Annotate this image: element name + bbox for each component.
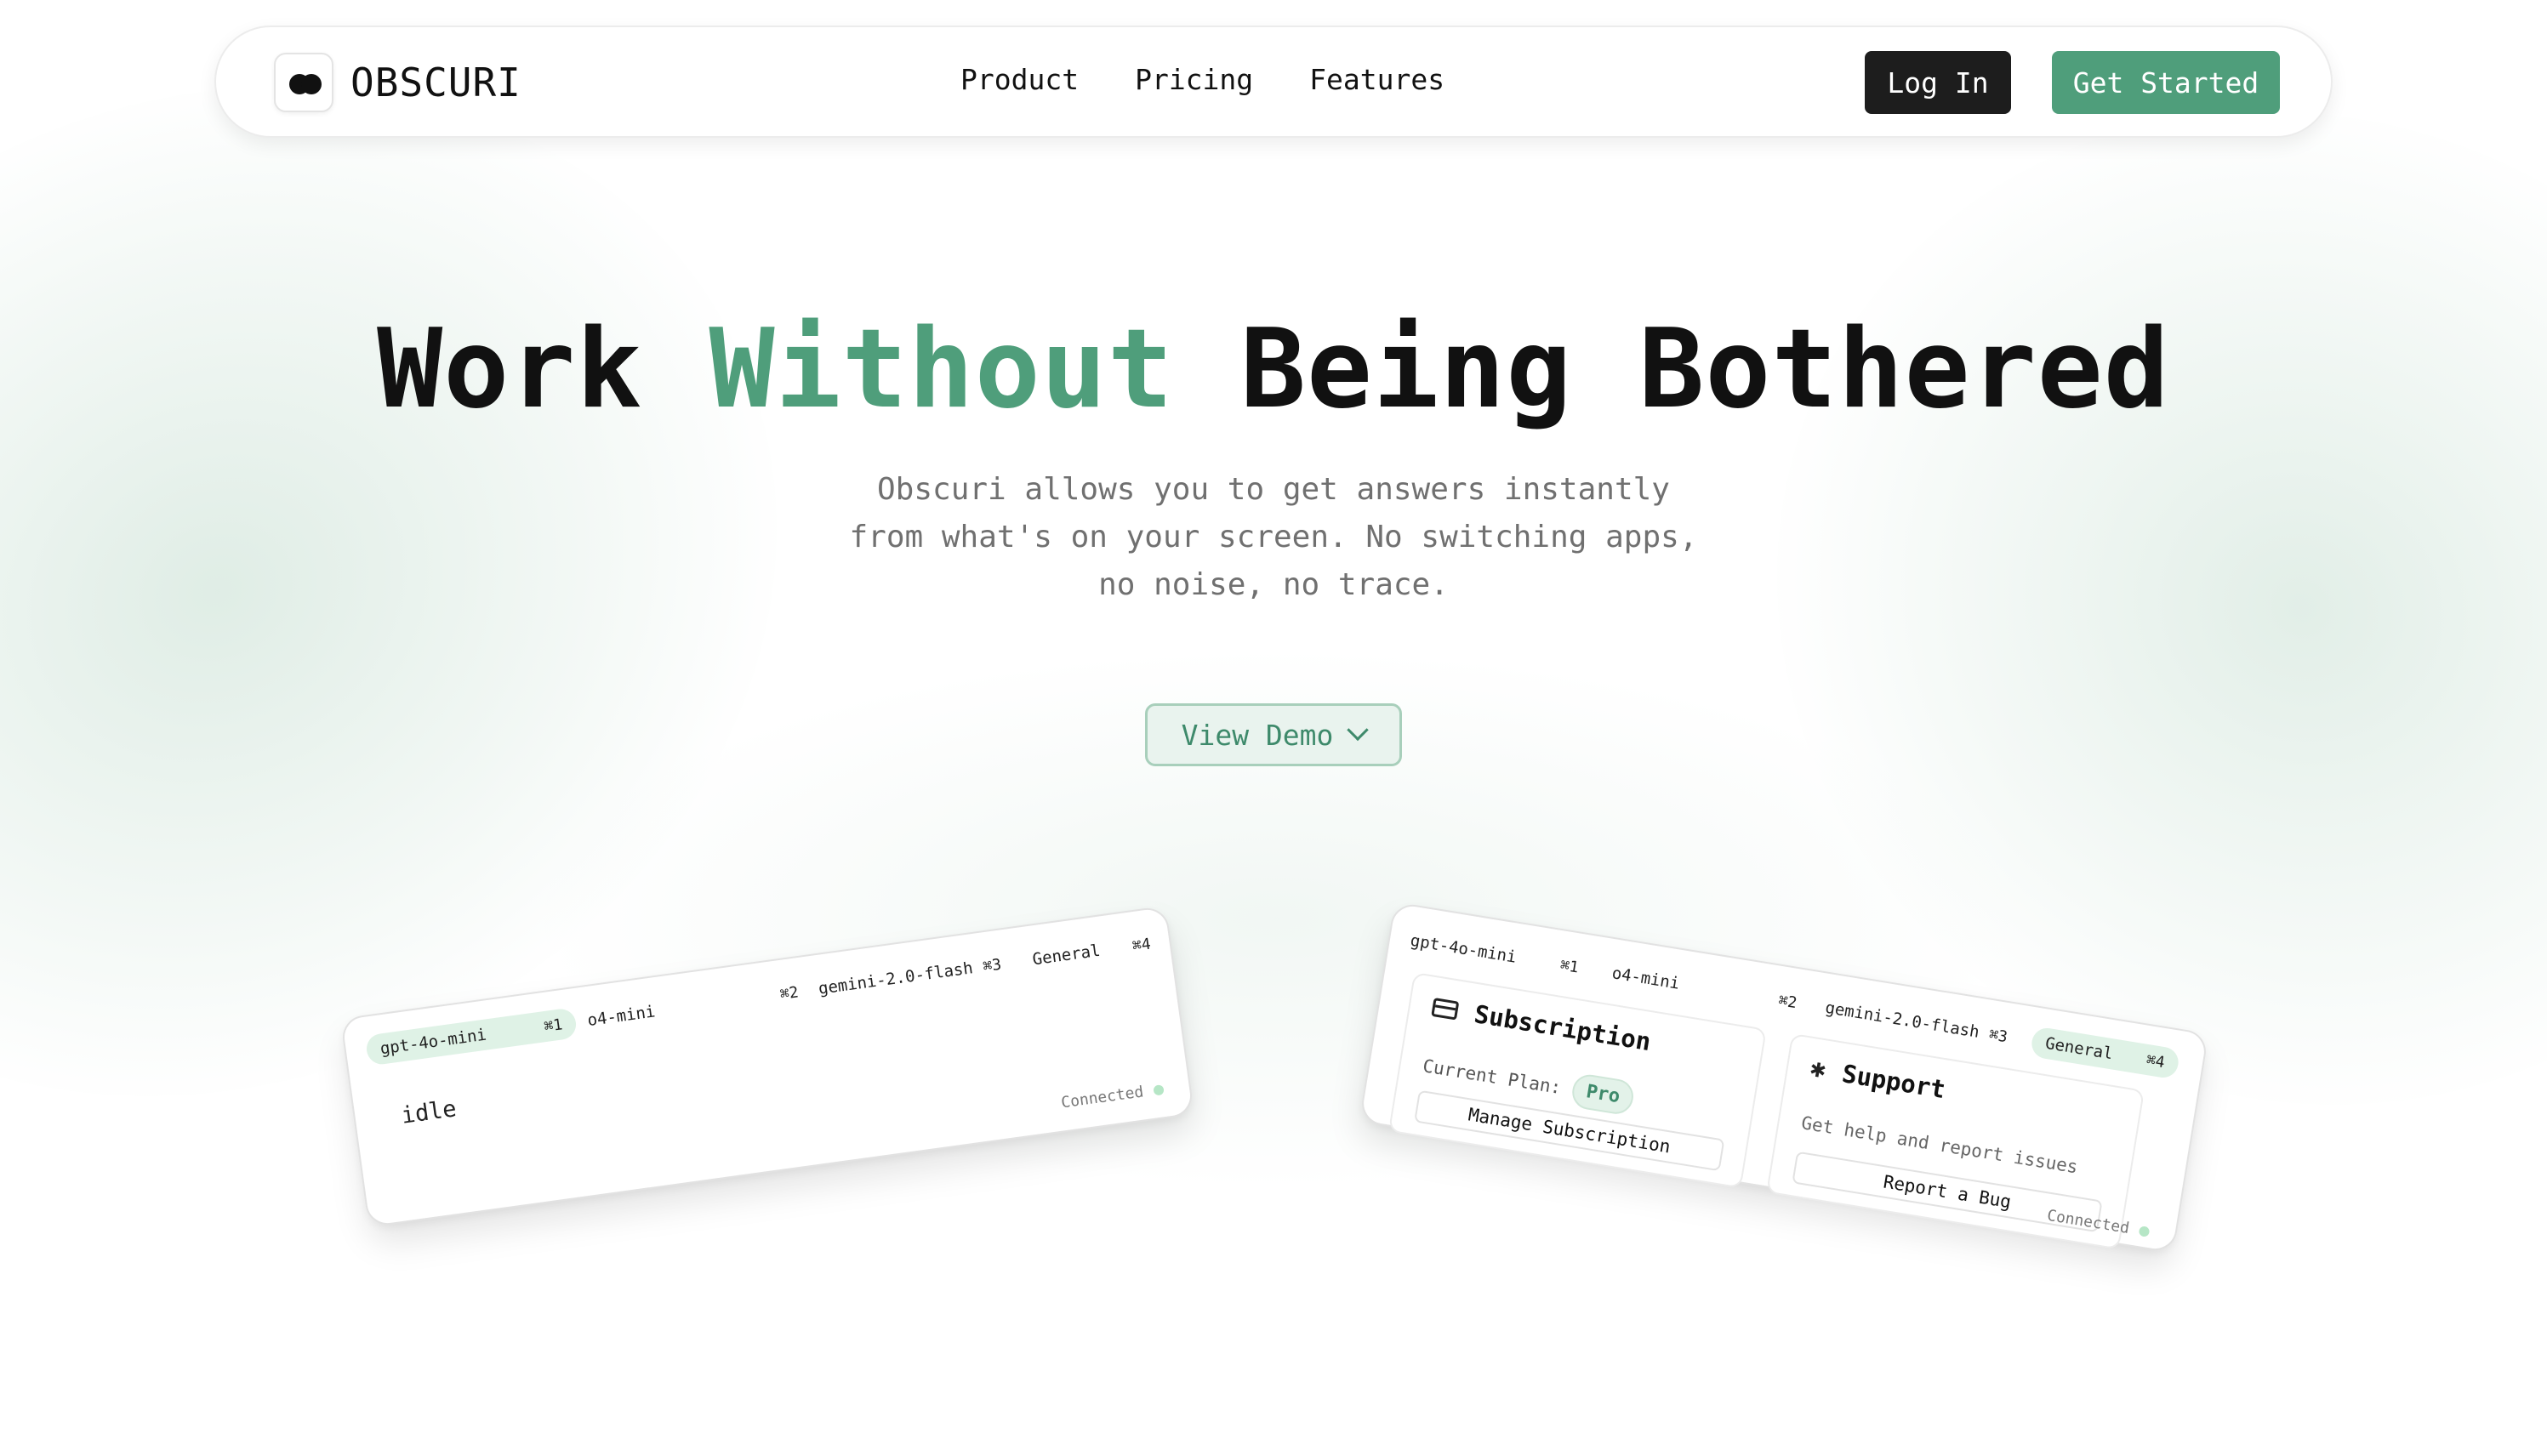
hero-subtitle: Obscuri allows you to get answers instan…: [806, 466, 1741, 609]
brand-logo[interactable]: OBSCURI: [274, 53, 521, 112]
hero-title-accent: Without: [709, 306, 1174, 433]
support-title: ✱ Support: [1808, 1053, 1948, 1105]
tab-label: gemini-2.0-flash: [1824, 998, 1981, 1042]
tab-gpt-4o-mini[interactable]: gpt-4o-mini ⌘1: [1408, 925, 1581, 983]
tab-label: General: [1031, 941, 1102, 970]
support-title-label: Support: [1840, 1059, 1948, 1105]
bug-icon: ✱: [1808, 1053, 1828, 1085]
tab-shortcut: ⌘1: [1558, 955, 1581, 977]
tab-shortcut: ⌘3: [1987, 1025, 2009, 1046]
hero-subtitle-line: no noise, no trace.: [1098, 567, 1449, 602]
tab-shortcut: ⌘2: [1777, 991, 1798, 1012]
nav-link-features[interactable]: Features: [1309, 63, 1444, 96]
login-button[interactable]: Log In: [1865, 51, 2011, 114]
tab-gemini-2-0-flash[interactable]: gemini-2.0-flash ⌘3: [817, 947, 1015, 1004]
tab-general[interactable]: General ⌘4: [2029, 1026, 2181, 1080]
connection-status: Connected: [1060, 1080, 1165, 1112]
tab-label: gpt-4o-mini: [1409, 930, 1519, 967]
get-started-button[interactable]: Get Started: [2052, 51, 2280, 114]
status-message: idle: [399, 1095, 459, 1129]
status-dot-icon: [1153, 1083, 1165, 1096]
navbar: OBSCURI Product Pricing Features Log In …: [214, 26, 2333, 138]
subscription-title: Subscription: [1430, 992, 1653, 1056]
tab-label: o4-mini: [1610, 964, 1681, 993]
hero-subtitle-line: Obscuri allows you to get answers instan…: [877, 472, 1670, 507]
subscription-title-label: Subscription: [1472, 999, 1653, 1057]
tab-gpt-4o-mini[interactable]: gpt-4o-mini ⌘1: [364, 1007, 578, 1066]
view-demo-label: View Demo: [1181, 718, 1334, 752]
tab-label: gemini-2.0-flash: [817, 958, 975, 998]
tab-label: gpt-4o-mini: [379, 1025, 488, 1059]
credit-card-icon: [1431, 998, 1460, 1021]
view-demo-button[interactable]: View Demo: [1145, 703, 1402, 766]
connection-status-label: Connected: [1060, 1083, 1145, 1112]
current-plan-label: Current Plan:: [1421, 1055, 1564, 1098]
nav-link-pricing[interactable]: Pricing: [1135, 63, 1253, 96]
hero-subtitle-line: from what's on your screen. No switching…: [849, 520, 1698, 555]
tab-label: General: [2043, 1033, 2115, 1064]
hero-title: Work Without Being Bothered: [0, 306, 2547, 433]
tab-shortcut: ⌘2: [778, 982, 800, 1004]
nav-links: Product Pricing Features: [960, 63, 1444, 96]
tab-shortcut: ⌘4: [1131, 935, 1152, 955]
chevron-down-icon: [1347, 719, 1370, 742]
brand-name: OBSCURI: [350, 60, 521, 105]
tab-shortcut: ⌘3: [982, 955, 1003, 975]
hero-title-part1: Work: [377, 306, 643, 433]
two-dots-logo-icon: [274, 53, 333, 112]
tab-label: o4-mini: [586, 1002, 657, 1031]
nav-link-product[interactable]: Product: [960, 63, 1079, 96]
tab-general[interactable]: General ⌘4: [1030, 929, 1153, 975]
tab-shortcut: ⌘1: [543, 1015, 564, 1036]
landing-page: OBSCURI Product Pricing Features Log In …: [0, 0, 2547, 1456]
tab-o4-mini[interactable]: o4-mini ⌘2: [585, 976, 801, 1036]
tab-shortcut: ⌘4: [2145, 1050, 2167, 1072]
hero-title-part2: Being Bothered: [1239, 306, 2170, 433]
plan-badge: Pro: [1570, 1072, 1637, 1117]
status-dot-icon: [2138, 1225, 2151, 1237]
